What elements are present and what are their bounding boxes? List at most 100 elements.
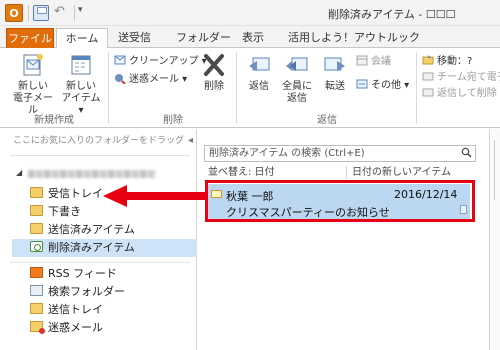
folder-outbox[interactable]: 送信トレイ [30, 301, 103, 319]
message-list-pane: 削除済みアイテム の検索 (Ctrl+E) 並べ替え: 日付 日付の新しいアイテ… [198, 129, 490, 350]
folder-deleted-items[interactable]: 削除済みアイテム [12, 239, 197, 257]
forward-icon [324, 57, 345, 71]
deleted-items-icon [30, 241, 43, 252]
folder-label: 迷惑メール [48, 321, 103, 334]
annotation-arrow [103, 185, 205, 207]
junk-icon [115, 74, 126, 84]
folder-rss[interactable]: RSS フィード [30, 265, 117, 283]
tab-send-receive[interactable]: 送受信 [118, 28, 151, 49]
column-header: 並べ替え: 日付 日付の新しいアイテム [204, 165, 476, 181]
ribbon: 新しい 電子メール 新しい アイテム ▾ 新規作成 クリーンアップ ▾ 迷惑メー… [0, 48, 500, 128]
undo-icon[interactable]: ↶ [54, 4, 70, 20]
ribbon-tabs: ファイル ホーム 送受信 フォルダー 表示 活用しよう！アウトルック [0, 26, 500, 49]
reply-all-button[interactable]: 全員に 返信 [280, 52, 314, 105]
folder-inbox[interactable]: 受信トレイ [30, 185, 103, 203]
quick-steps-group: 移動：? チーム宛て電子 返信して削除 [418, 48, 500, 128]
tab-home[interactable]: ホーム [56, 28, 108, 49]
reply-delete-icon [422, 88, 434, 97]
more-label: その他 ▾ [371, 80, 410, 91]
delete-group-label: 削除 [163, 115, 183, 126]
more-button[interactable]: その他 ▾ [356, 78, 409, 94]
cleanup-button[interactable]: クリーンアップ ▾ [114, 54, 207, 70]
reply-delete-button[interactable]: 返信して削除 [422, 86, 497, 102]
folder-label: 削除済みアイテム [48, 241, 135, 254]
delete-label: 削除 [204, 81, 224, 92]
reply-icon [249, 57, 270, 71]
window-title: 削除済みアイテム - ☐☐☐ [328, 8, 456, 21]
sent-folder-icon [30, 223, 43, 234]
group-separator [108, 52, 109, 124]
new-items-icon [71, 55, 91, 75]
new-items-button[interactable]: 新しい アイテム ▾ [58, 52, 104, 117]
inbox-folder-icon [30, 187, 43, 198]
search-placeholder: 削除済みアイテム の検索 (Ctrl+E) [209, 148, 365, 159]
search-folder-icon [30, 285, 43, 296]
tab-view[interactable]: 表示 [242, 28, 264, 49]
outlook-app-icon[interactable]: O [5, 4, 23, 22]
team-email-icon [422, 72, 434, 81]
new-group: 新しい 電子メール 新しい アイテム ▾ 新規作成 [0, 48, 108, 128]
junk-button[interactable]: 迷惑メール ▾ [114, 72, 187, 88]
rss-icon [30, 267, 43, 278]
favorites-hint: ここにお気に入りのフォルダーをドラッグ [12, 136, 184, 146]
account-header[interactable]: ◢ [0, 165, 197, 183]
header-divider [346, 166, 347, 179]
sort-by-label[interactable]: 並べ替え: 日付 [208, 165, 275, 180]
move-folder-icon [422, 55, 434, 65]
cleanup-label: クリーンアップ ▾ [129, 56, 207, 67]
collapse-pane-icon[interactable]: ◂ [188, 134, 193, 148]
annotation-highlight-box [205, 180, 475, 222]
tab-folder[interactable]: フォルダー [176, 28, 231, 49]
delete-group: クリーンアップ ▾ 迷惑メール ▾ 削除 削除 [110, 48, 236, 128]
reply-delete-label: 返信して削除 [437, 88, 497, 99]
reading-pane-divider [494, 140, 495, 200]
reply-all-label: 全員に 返信 [282, 81, 312, 104]
new-email-button[interactable]: 新しい 電子メール [10, 52, 56, 117]
tab-add-in[interactable]: 活用しよう！アウトルック [288, 28, 420, 49]
folder-pane: ここにお気に入りのフォルダーをドラッグ ◂ ◢ 受信トレイ 下書き 送信済みアイ… [0, 129, 197, 350]
meeting-button[interactable]: 会議 [356, 54, 391, 70]
move-to-label: 移動：? [437, 56, 473, 67]
more-icon [356, 79, 368, 89]
folder-label: 送信済みアイテム [48, 223, 135, 236]
cleanup-icon [114, 55, 126, 65]
folder-label: 検索フォルダー [48, 285, 125, 298]
meeting-label: 会議 [371, 56, 391, 67]
forward-label: 転送 [325, 81, 345, 92]
customize-qat-icon[interactable]: ▾ [78, 5, 88, 19]
reply-button[interactable]: 返信 [242, 52, 276, 93]
new-email-icon [23, 54, 43, 76]
expand-triangle-icon[interactable]: ◢ [16, 168, 22, 177]
junk-mail-icon [30, 321, 45, 334]
pane-divider [10, 155, 190, 156]
folder-label: RSS フィード [48, 267, 117, 280]
drafts-folder-icon [30, 205, 43, 216]
search-icon[interactable] [461, 147, 472, 158]
reply-all-icon [286, 57, 308, 71]
group-separator [236, 52, 237, 124]
save-icon[interactable] [33, 5, 49, 21]
tab-file[interactable]: ファイル [6, 28, 54, 49]
favorites-drop-zone[interactable]: ここにお気に入りのフォルダーをドラッグ ◂ [0, 134, 197, 156]
to-manager-button[interactable]: チーム宛て電子 [422, 70, 500, 86]
new-group-label: 新規作成 [34, 115, 74, 126]
reading-pane-edge [491, 129, 500, 350]
folder-label: 受信トレイ [48, 187, 103, 200]
sort-order-label[interactable]: 日付の新しいアイテム [352, 165, 451, 180]
forward-button[interactable]: 転送 [318, 52, 352, 93]
folder-junk[interactable]: 迷惑メール [30, 319, 103, 337]
folder-label: 送信トレイ [48, 303, 103, 316]
search-input[interactable]: 削除済みアイテム の検索 (Ctrl+E) [204, 145, 476, 162]
meeting-icon [356, 55, 368, 66]
delete-button[interactable]: 削除 [198, 52, 230, 93]
reply-group-label: 返信 [317, 115, 337, 126]
group-separator [416, 52, 417, 124]
move-to-button[interactable]: 移動：? [422, 54, 472, 70]
folder-sent[interactable]: 送信済みアイテム [30, 221, 135, 239]
qat-separator [74, 5, 75, 21]
folder-label: 下書き [48, 205, 81, 218]
folder-search[interactable]: 検索フォルダー [30, 283, 125, 301]
delete-x-icon [204, 54, 224, 76]
folder-drafts[interactable]: 下書き [30, 203, 81, 221]
account-name-blurred [28, 170, 156, 178]
